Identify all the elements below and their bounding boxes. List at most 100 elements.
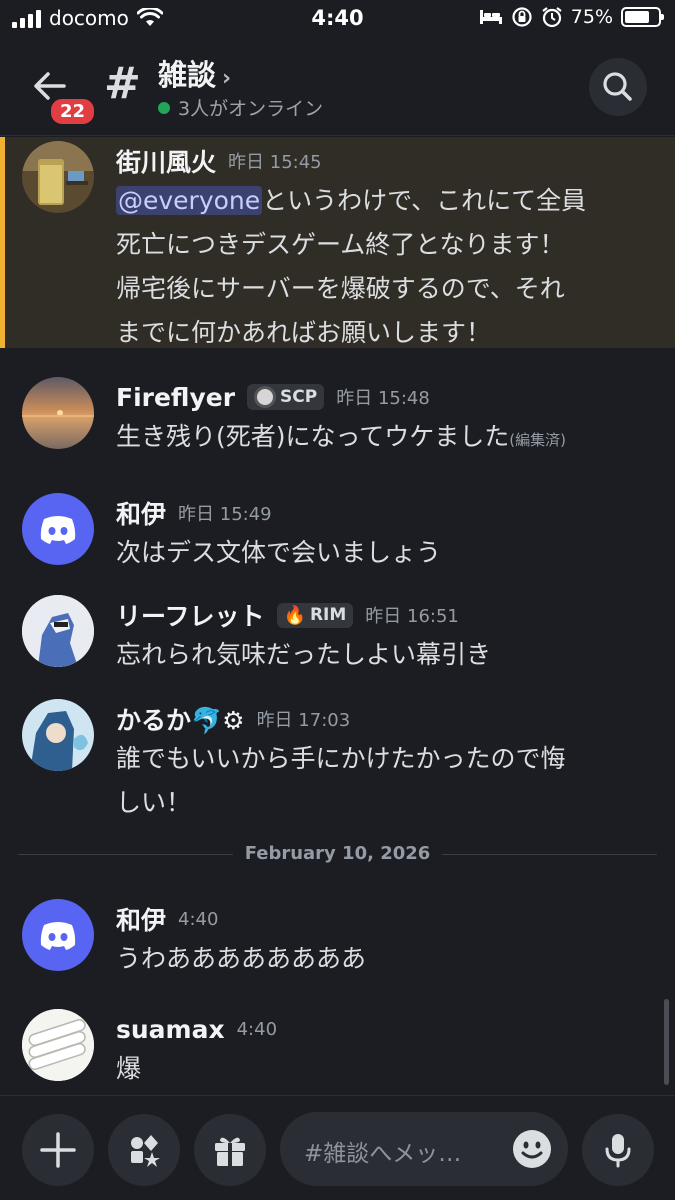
status-bar-right: 75%: [479, 6, 664, 28]
message-text-line: 帰宅後にサーバーを爆破するので、それ: [116, 274, 565, 303]
battery-icon: [621, 7, 664, 27]
gift-icon: [215, 1137, 245, 1166]
battery-fill: [625, 11, 649, 23]
message-input[interactable]: #雑談へメッ…: [280, 1112, 568, 1186]
avatar[interactable]: [22, 1009, 94, 1081]
online-dot-icon: [158, 101, 170, 114]
message-body: 和伊 昨日 15:49 次はデス文体で会いましょう: [116, 495, 647, 575]
emoji-picker-icon[interactable]: [512, 1129, 552, 1169]
everyone-mention[interactable]: @everyone: [116, 186, 263, 215]
bed-icon: [479, 10, 502, 24]
message-body: 和伊 4:40 うわああああああああ: [116, 901, 647, 981]
avatar[interactable]: [22, 377, 94, 449]
date-divider: February 10, 2026: [18, 843, 657, 865]
message-header: suamax 4:40: [116, 1011, 647, 1047]
message-item[interactable]: 和伊 4:40 うわああああああああ: [0, 899, 675, 979]
server-tag-label: RIM: [309, 605, 347, 625]
avatar[interactable]: [22, 899, 94, 971]
composer-bar: #雑談へメッ…: [0, 1095, 675, 1200]
message-timestamp: 昨日 16:51: [365, 606, 459, 627]
message-timestamp: 4:40: [178, 908, 219, 930]
discord-logo-icon: [40, 922, 76, 950]
message-header: 和伊 4:40: [116, 901, 647, 937]
message-body: 街川風火 昨日 15:45 @everyoneというわけで、これにて全員 死亡に…: [116, 143, 647, 355]
status-bar: docomo 4:40 75%: [0, 0, 675, 40]
message-text-line: というわけで、これにて全員: [262, 186, 587, 215]
avatar[interactable]: [22, 595, 94, 667]
message-timestamp: 昨日 15:45: [228, 152, 322, 173]
date-divider-text: February 10, 2026: [232, 843, 443, 864]
author-name[interactable]: リーフレット: [116, 597, 265, 633]
message-text: 爆: [116, 1054, 142, 1083]
date-divider-label: February 10, 2026: [18, 843, 657, 864]
discord-logo-icon: [40, 516, 76, 544]
message-item[interactable]: リーフレット 🔥 RIM 昨日 16:51 忘れられ気味だったしよい幕引き: [0, 593, 675, 673]
plus-icon: [40, 1132, 76, 1168]
apps-icon: [131, 1135, 160, 1167]
message-body: リーフレット 🔥 RIM 昨日 16:51 忘れられ気味だったしよい幕引き: [116, 597, 647, 677]
message-item[interactable]: かるか🐬⚙ 昨日 17:03 誰でもいいから手にかけたかったので悔 しい！: [0, 697, 675, 817]
message-header: 街川風火 昨日 15:45: [116, 143, 647, 179]
message-text-line: しい！: [116, 788, 192, 817]
message-text: 忘れられ気味だったしよい幕引き: [116, 640, 492, 669]
chevron-right-icon: ›: [222, 66, 232, 91]
search-icon: [603, 72, 632, 101]
message-text-line: までに何かあればお願いします！: [116, 318, 492, 347]
author-name[interactable]: Fireflyer: [116, 383, 235, 412]
message-item[interactable]: suamax 4:40 爆: [0, 1007, 675, 1087]
message-timestamp: 4:40: [236, 1018, 278, 1040]
message-text-line: 誰でもいいから手にかけたかったので悔: [116, 744, 566, 773]
add-attachment-button[interactable]: [22, 1114, 94, 1186]
scrollbar[interactable]: [664, 999, 669, 1085]
author-name[interactable]: 和伊: [116, 495, 166, 531]
message-header: かるか🐬⚙ 昨日 17:03: [116, 701, 647, 737]
message-body: suamax 4:40 爆: [116, 1011, 647, 1091]
message-text: 誰でもいいから手にかけたかったので悔 しい！: [116, 737, 647, 825]
alarm-icon: [542, 7, 562, 28]
message-text: 生き残り(死者)になってウケました(編集済): [116, 415, 647, 462]
message-timestamp: 昨日 17:03: [256, 710, 351, 731]
edited-label: (編集済): [509, 431, 566, 449]
scp-logo-icon: [254, 386, 277, 408]
search-button[interactable]: [589, 58, 647, 116]
message-item[interactable]: 和伊 昨日 15:49 次はデス文体で会いましょう: [0, 491, 675, 571]
message-body: かるか🐬⚙ 昨日 17:03 誰でもいいから手にかけたかったので悔 しい！: [116, 701, 647, 825]
author-name-label: かるか: [116, 706, 192, 735]
battery-percent: 75%: [570, 6, 613, 28]
server-tag[interactable]: SCP: [247, 384, 325, 410]
author-name[interactable]: 街川風火: [116, 143, 216, 179]
channel-hash-icon: #: [104, 58, 141, 109]
orientation-lock-icon: [512, 7, 532, 27]
message-input-placeholder: #雑談へメッ…: [304, 1141, 462, 1167]
author-name[interactable]: suamax: [116, 1015, 225, 1044]
channel-name-label: 雑談: [158, 58, 217, 92]
message-text-line: 死亡につきデスゲーム終了となります！: [116, 230, 565, 259]
avatar[interactable]: [22, 699, 94, 771]
message-header: 和伊 昨日 15:49: [116, 495, 647, 531]
unread-badge: 22: [48, 96, 98, 127]
message-timestamp: 昨日 15:48: [336, 388, 430, 409]
author-name[interactable]: 和伊: [116, 901, 166, 937]
channel-header: 22 # 雑談 › 3人がオンライン: [0, 40, 675, 136]
online-count: 3人がオンライン: [178, 98, 324, 120]
channel-name[interactable]: 雑談 ›: [158, 52, 231, 94]
message-header: リーフレット 🔥 RIM 昨日 16:51: [116, 597, 647, 633]
message-body: Fireflyer SCP 昨日 15:48 生き残り(死者)になってウケました…: [116, 379, 647, 462]
fire-icon: 🔥: [283, 604, 306, 626]
avatar[interactable]: [22, 493, 94, 565]
message-item[interactable]: Fireflyer SCP 昨日 15:48 生き残り(死者)になってウケました…: [0, 375, 675, 455]
author-name[interactable]: かるか🐬⚙: [116, 701, 245, 737]
gift-button[interactable]: [194, 1114, 266, 1186]
message-text: @everyoneというわけで、これにて全員 死亡につきデスゲーム終了となります…: [116, 179, 647, 355]
message-item[interactable]: 街川風火 昨日 15:45 @everyoneというわけで、これにて全員 死亡に…: [0, 137, 675, 348]
apps-button[interactable]: [108, 1114, 180, 1186]
message-text: うわああああああああ: [116, 944, 367, 973]
online-status: 3人がオンライン: [158, 94, 323, 121]
message-list[interactable]: 街川風火 昨日 15:45 @everyoneというわけで、これにて全員 死亡に…: [0, 137, 675, 1095]
server-tag[interactable]: 🔥 RIM: [276, 602, 354, 628]
message-header: Fireflyer SCP 昨日 15:48: [116, 379, 647, 415]
server-tag-label: SCP: [280, 387, 318, 407]
voice-message-button[interactable]: [582, 1114, 654, 1186]
avatar[interactable]: [22, 141, 94, 213]
microphone-icon: [605, 1134, 631, 1168]
